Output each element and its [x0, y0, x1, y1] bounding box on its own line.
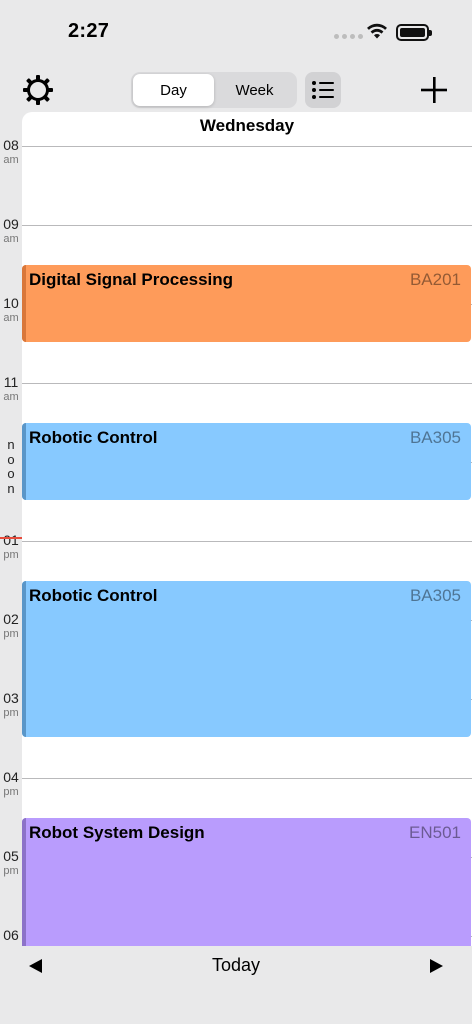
hour-number: 11	[3, 374, 19, 390]
event-block[interactable]: Robot System Design EN501	[22, 818, 471, 946]
event-color-bar	[22, 581, 26, 737]
hour-label: 03 pm	[0, 691, 22, 719]
list-button[interactable]	[305, 72, 341, 108]
hour-ampm: pm	[3, 865, 19, 877]
segment-day[interactable]: Day	[133, 74, 214, 106]
event-block[interactable]: Digital Signal Processing BA201	[22, 265, 471, 342]
today-button[interactable]: Today	[186, 955, 286, 976]
gear-icon[interactable]	[20, 72, 56, 108]
event-room: BA201	[409, 270, 461, 289]
hour-number: 03	[3, 690, 19, 706]
triangle-right-icon[interactable]	[426, 956, 446, 976]
event-block[interactable]: Robotic Control BA305	[22, 581, 471, 737]
status-bar: 2:27	[0, 0, 472, 64]
hour-line	[22, 541, 472, 542]
hour-number: 10	[3, 295, 19, 311]
event-color-bar	[22, 818, 26, 946]
event-room: BA305	[409, 586, 461, 605]
current-time-indicator	[0, 537, 22, 539]
hour-ampm: pm	[3, 786, 19, 798]
event-room: BA305	[409, 428, 461, 447]
event-title: Robotic Control	[29, 586, 158, 605]
event-room: EN501	[409, 823, 461, 842]
hour-label: 10 am	[0, 296, 22, 324]
hour-ampm: am	[3, 154, 19, 166]
hour-label: 04 pm	[0, 770, 22, 798]
plus-icon[interactable]	[414, 72, 454, 108]
hour-number: 01	[3, 532, 19, 548]
day-header: Wednesday	[199, 116, 295, 135]
event-title: Robot System Design	[29, 823, 205, 842]
event-title: Robotic Control	[29, 428, 158, 447]
hour-number: 09	[3, 216, 19, 232]
event-block[interactable]: Robotic Control BA305	[22, 423, 471, 500]
hour-ampm: am	[3, 391, 19, 403]
event-title: Digital Signal Processing	[29, 270, 234, 289]
wifi-icon	[367, 23, 387, 39]
hour-label: 05 pm	[0, 849, 22, 877]
hour-ampm: pm	[0, 945, 22, 947]
cellular-signal-icon	[334, 34, 363, 39]
hour-label: 08 am	[0, 138, 22, 166]
hour-number: 02	[3, 611, 19, 627]
hour-ampm: pm	[3, 707, 19, 719]
hour-ampm: pm	[3, 549, 19, 561]
hour-number: 05	[3, 848, 19, 864]
hour-number: 06	[3, 927, 19, 943]
hour-label: 09 am	[0, 217, 22, 245]
hour-ampm: pm	[3, 628, 19, 640]
hour-line	[22, 383, 472, 384]
triangle-left-icon[interactable]	[26, 956, 46, 976]
status-time: 2:27	[68, 20, 110, 42]
hour-ampm: am	[3, 312, 19, 324]
hour-line	[22, 778, 472, 779]
hour-label: 02 pm	[0, 612, 22, 640]
hour-label: 11 am	[0, 375, 22, 403]
event-color-bar	[22, 423, 26, 500]
event-color-bar	[22, 265, 26, 342]
segment-week[interactable]: Week	[214, 74, 295, 106]
list-icon	[312, 81, 334, 99]
view-mode-segmented-control[interactable]: Day Week	[131, 72, 297, 108]
hour-label-noon: noon	[7, 437, 15, 496]
hour-number: 04	[3, 769, 19, 785]
hour-number: 08	[3, 137, 19, 153]
day-calendar[interactable]: Wednesday 08 am 09 am 10 am 11 am n o o n 01 pm 02 pm 03…	[0, 112, 472, 946]
hour-line	[22, 225, 472, 226]
battery-icon	[396, 24, 432, 41]
hour-line	[22, 146, 472, 147]
hour-label: 06 pm	[0, 928, 22, 946]
hour-ampm: am	[3, 233, 19, 245]
